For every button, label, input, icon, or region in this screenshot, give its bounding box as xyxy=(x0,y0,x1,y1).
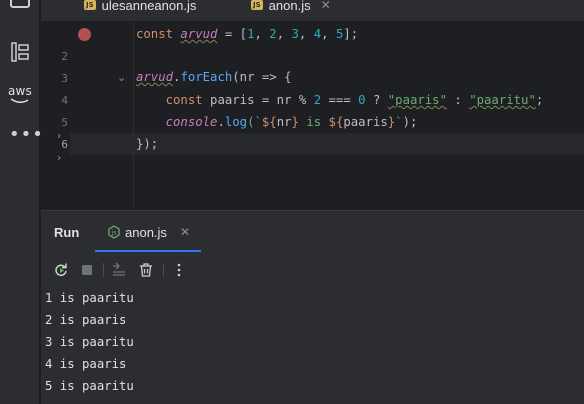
code-line[interactable]: console.log(`${nr} is ${paaris}`); xyxy=(136,115,418,129)
run-tab-label: anon.js xyxy=(125,225,167,240)
more-icon[interactable]: ••• xyxy=(9,124,44,145)
code-token: forEach xyxy=(180,70,233,84)
code-token: ${ xyxy=(328,115,344,129)
code-token: console xyxy=(165,115,218,129)
code-token: paaris = nr % xyxy=(210,93,314,107)
close-icon[interactable]: ✕ xyxy=(180,225,190,239)
rerun-icon[interactable] xyxy=(53,262,69,278)
line-number: 5 xyxy=(61,116,68,129)
code-token: , xyxy=(254,27,270,41)
aws-smile-icon xyxy=(10,98,29,103)
window-icon[interactable] xyxy=(10,0,30,8)
code-token: 2 xyxy=(313,93,322,107)
breakpoint-icon[interactable] xyxy=(78,28,91,41)
code-token: is xyxy=(298,115,329,129)
code-token: : xyxy=(447,93,470,107)
more-options-icon[interactable] xyxy=(171,262,187,278)
code-token: === xyxy=(321,93,359,107)
code-line[interactable]: arvud.forEach(nr => { xyxy=(136,70,292,84)
javascript-file-icon: JS xyxy=(84,0,96,10)
project-structure-icon[interactable] xyxy=(11,42,29,62)
code-token: ]; xyxy=(343,27,359,41)
code-token: const xyxy=(165,93,211,107)
chevron-right-icon[interactable]: › xyxy=(57,151,61,164)
code-token: (nr => { xyxy=(232,70,292,84)
console-line: 5 is paaritu xyxy=(45,379,134,393)
gutter-divider xyxy=(133,22,134,210)
code-token: 3 xyxy=(291,27,299,41)
toolbar-separator xyxy=(163,263,164,277)
code-token: arvud xyxy=(136,70,174,84)
code-token: ; xyxy=(535,93,544,107)
code-line[interactable]: const arvud = [1, 2, 3, 4, 5]; xyxy=(136,27,358,41)
tab-label: ulesanneanon.js xyxy=(101,0,197,13)
close-icon[interactable]: ✕ xyxy=(321,0,331,12)
code-token: const xyxy=(136,27,181,41)
code-token: (` xyxy=(247,115,262,129)
trash-icon[interactable] xyxy=(138,262,154,278)
code-token: , xyxy=(276,27,292,41)
code-token: "paaritu" xyxy=(469,93,536,107)
code-token: ` xyxy=(395,115,403,129)
code-token: arvud xyxy=(180,27,218,41)
console-line: 2 is paaris xyxy=(45,313,127,327)
code-token: ${ xyxy=(261,115,277,129)
console-line: 1 is paaritu xyxy=(45,291,134,305)
tab-anon[interactable]: JS anon.js ✕ xyxy=(251,0,331,16)
restore-layout-icon[interactable] xyxy=(111,262,127,278)
code-token: paaris xyxy=(343,115,388,129)
aws-icon[interactable]: aws xyxy=(6,84,34,98)
code-token: ); xyxy=(402,115,418,129)
run-panel-title: Run xyxy=(54,225,80,240)
code-token: nr xyxy=(276,115,292,129)
tab-label: anon.js xyxy=(268,0,311,13)
svg-text:js: js xyxy=(111,230,117,237)
code-token: 2 xyxy=(269,27,277,41)
code-token: = [ xyxy=(217,27,248,41)
activity-strip: aws ••• xyxy=(0,0,43,404)
code-token: ? xyxy=(365,93,388,107)
code-token: log xyxy=(224,115,248,129)
console-line: 3 is paaritu xyxy=(45,335,134,349)
code-token: "paaris" xyxy=(387,93,447,107)
chevron-right-icon[interactable]: › xyxy=(57,129,61,142)
code-token: , xyxy=(321,27,336,41)
line-number: 6 xyxy=(61,138,68,151)
nodejs-icon: js xyxy=(108,225,120,239)
stop-icon[interactable] xyxy=(79,262,95,278)
code-token: }); xyxy=(136,137,159,151)
fold-chevron-icon[interactable]: ⌄ xyxy=(117,71,126,84)
console-line: 4 is paaris xyxy=(45,357,127,371)
code-token: . xyxy=(217,115,225,129)
javascript-file-icon: JS xyxy=(251,0,263,10)
code-line[interactable]: }); xyxy=(136,137,158,151)
code-token: 0 xyxy=(358,93,366,107)
line-number: 3 xyxy=(61,72,68,85)
editor-tab-bar: JS ulesanneanon.js JS anon.js ✕ xyxy=(41,0,584,22)
code-line[interactable]: const paaris = nr % 2 === 0 ? "paaris" :… xyxy=(136,93,544,107)
line-number: 2 xyxy=(61,50,68,63)
toolbar-separator xyxy=(103,263,104,277)
line-number: 4 xyxy=(61,94,68,107)
code-token: } xyxy=(291,115,299,129)
tab-ulesanneanon[interactable]: JS ulesanneanon.js xyxy=(84,0,196,16)
code-token: , xyxy=(298,27,314,41)
